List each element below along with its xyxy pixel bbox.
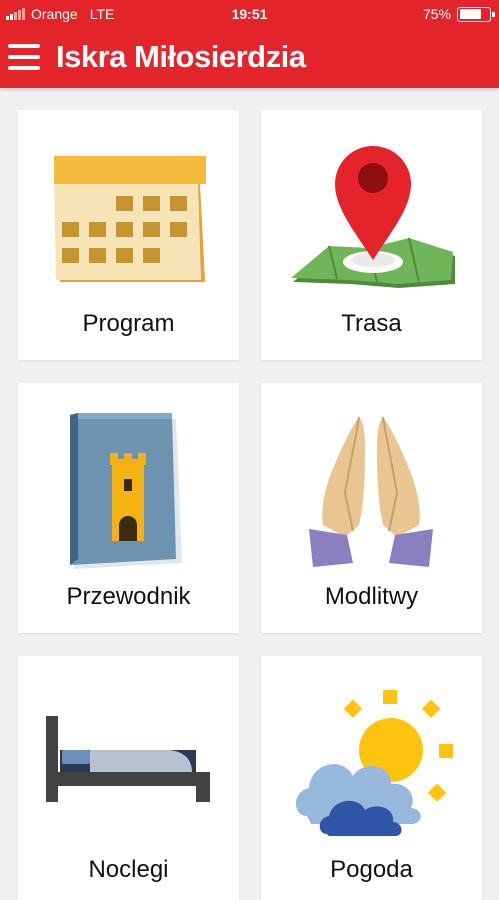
app-bar: Iskra Miłosierdzia	[0, 28, 499, 88]
battery-icon	[457, 6, 495, 22]
calendar-icon	[18, 110, 239, 305]
battery-percent: 75%	[422, 6, 451, 22]
battery-level	[459, 9, 482, 19]
app-title: Iskra Miłosierdzia	[56, 39, 306, 74]
status-bar: Orange LTE 19:51 75%	[0, 0, 499, 28]
tile-modlitwy-label: Modlitwy	[324, 583, 419, 610]
praying-hands-icon	[261, 383, 482, 578]
hamburger-menu-icon[interactable]	[8, 44, 42, 70]
map-pin-icon	[261, 110, 482, 305]
tile-pogoda[interactable]: Pogoda	[261, 656, 482, 900]
status-right: 75%	[422, 6, 495, 22]
tile-noclegi[interactable]: Noclegi	[18, 656, 239, 900]
tile-program-label: Program	[82, 310, 175, 337]
tile-przewodnik[interactable]: Przewodnik	[18, 383, 239, 633]
tile-program[interactable]: Program	[18, 110, 239, 360]
tile-pogoda-label: Pogoda	[330, 856, 413, 883]
sun-cloud-icon	[261, 656, 482, 851]
tile-trasa[interactable]: Trasa	[261, 110, 482, 360]
tile-modlitwy[interactable]: Modlitwy	[261, 383, 482, 633]
bed-icon	[18, 656, 239, 851]
tile-przewodnik-label: Przewodnik	[66, 583, 191, 610]
tile-noclegi-label: Noclegi	[88, 856, 169, 883]
tile-trasa-label: Trasa	[341, 310, 402, 337]
guidebook-tower-icon	[18, 383, 239, 578]
